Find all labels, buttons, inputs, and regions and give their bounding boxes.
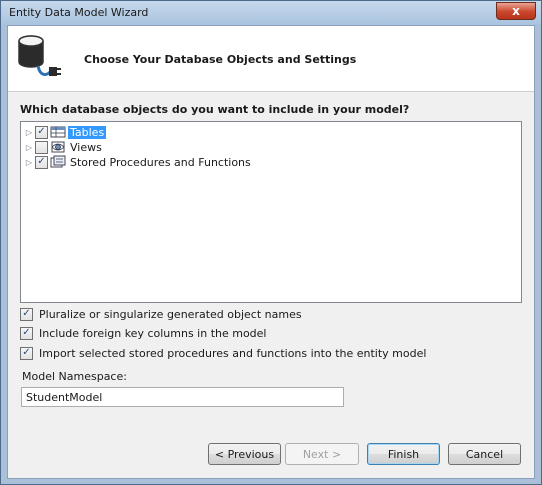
model-namespace-label: Model Namespace: — [22, 370, 127, 383]
import-procedures-checkbox[interactable]: ✓ — [20, 346, 33, 360]
title-bar[interactable]: Entity Data Model Wizard x — [1, 1, 541, 25]
views-checkbox[interactable] — [35, 140, 48, 154]
wizard-header: Choose Your Database Objects and Setting… — [8, 26, 534, 92]
tables-checkbox[interactable]: ✓ — [35, 125, 48, 139]
check-mark-icon: ✓ — [37, 126, 46, 137]
objects-question-label: Which database objects do you want to in… — [20, 103, 410, 116]
close-icon: x — [512, 4, 520, 18]
option-foreign-keys[interactable]: ✓ Include foreign key columns in the mod… — [20, 325, 267, 341]
tree-node-stored-procedures[interactable]: ▷ ✓ Stored Procedures and Functions — [23, 154, 253, 170]
cancel-button[interactable]: Cancel — [448, 443, 521, 465]
view-icon — [51, 141, 65, 153]
tree-node-label-stored-procedures: Stored Procedures and Functions — [70, 155, 251, 169]
tree-node-views[interactable]: ▷ Views — [23, 139, 104, 155]
next-button[interactable]: Next > — [285, 443, 359, 465]
model-namespace-input[interactable] — [21, 387, 344, 407]
check-mark-icon: ✓ — [37, 156, 46, 167]
tree-node-label-tables: Tables — [68, 125, 107, 139]
finish-button[interactable]: Finish — [367, 443, 440, 465]
expand-arrow-icon[interactable]: ▷ — [23, 143, 35, 152]
option-label-foreign-keys: Include foreign key columns in the model — [39, 326, 267, 340]
pluralize-checkbox[interactable]: ✓ — [20, 307, 33, 321]
option-pluralize[interactable]: ✓ Pluralize or singularize generated obj… — [20, 306, 302, 322]
tree-node-tables[interactable]: ▷ ✓ Tables — [23, 124, 107, 140]
check-mark-icon: ✓ — [22, 347, 31, 358]
database-objects-tree[interactable]: ▷ ✓ Tables ▷ Views ▷ ✓ Stored Procedures… — [20, 121, 522, 303]
wizard-window: Entity Data Model Wizard x Choose Your D… — [0, 0, 542, 485]
check-mark-icon: ✓ — [22, 308, 31, 319]
foreign-keys-checkbox[interactable]: ✓ — [20, 326, 33, 340]
option-label-import-procedures: Import selected stored procedures and fu… — [39, 346, 427, 360]
check-mark-icon: ✓ — [22, 327, 31, 338]
expand-arrow-icon[interactable]: ▷ — [23, 128, 35, 137]
close-button[interactable]: x — [496, 2, 536, 20]
procedure-icon — [50, 155, 66, 168]
stored-procedures-checkbox[interactable]: ✓ — [35, 155, 48, 169]
window-title: Entity Data Model Wizard — [9, 6, 149, 19]
previous-button[interactable]: < Previous — [208, 443, 281, 465]
expand-arrow-icon[interactable]: ▷ — [23, 158, 35, 167]
wizard-client-area: Choose Your Database Objects and Setting… — [7, 25, 535, 479]
option-label-pluralize: Pluralize or singularize generated objec… — [39, 307, 302, 321]
table-icon — [50, 126, 66, 138]
tree-node-label-views: Views — [70, 140, 102, 154]
page-title: Choose Your Database Objects and Setting… — [84, 53, 357, 66]
database-plug-icon — [18, 35, 61, 76]
option-import-procedures[interactable]: ✓ Import selected stored procedures and … — [20, 345, 426, 361]
